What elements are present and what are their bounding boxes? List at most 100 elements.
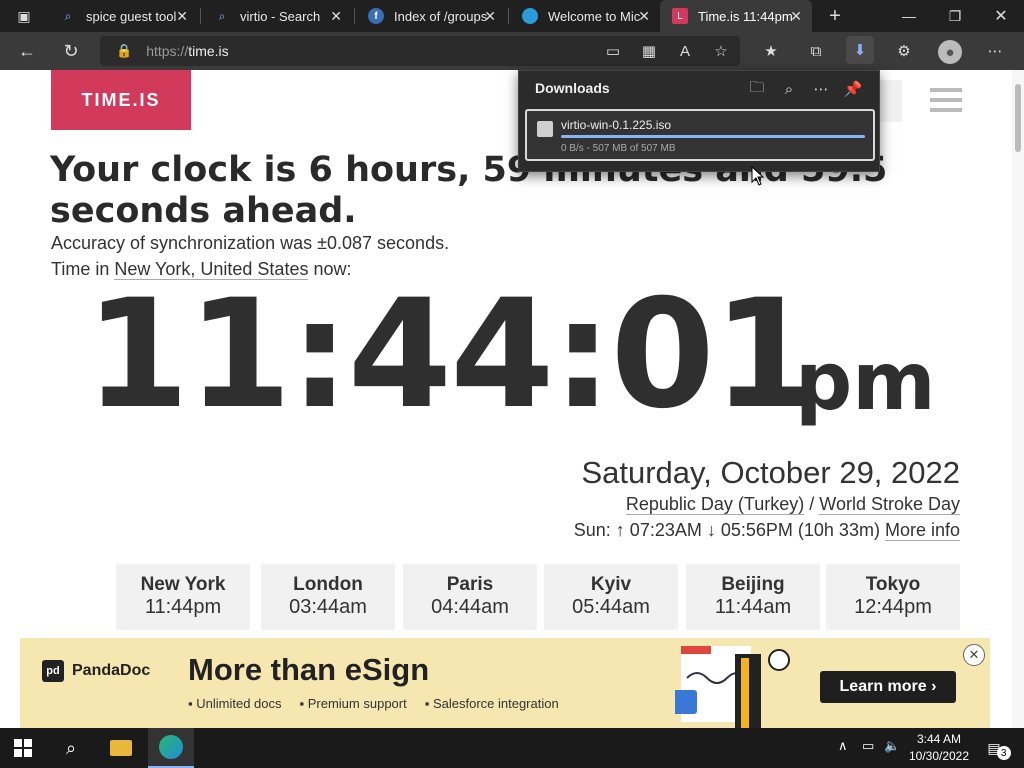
ad-bullets: ▪ Unlimited docs ▪ Premium support ▪ Sal… xyxy=(188,696,559,711)
ad-illustration xyxy=(675,646,790,728)
search-icon[interactable]: ⌕ xyxy=(48,728,94,768)
city-time: 04:44am xyxy=(431,596,509,618)
city-time: 05:44am xyxy=(572,596,650,618)
close-icon[interactable]: ✕ xyxy=(638,8,650,25)
tab-spice[interactable]: ⌕ spice guest tool ✕ xyxy=(48,0,198,32)
tab-separator xyxy=(354,8,355,24)
ad-bullet: ▪ Premium support xyxy=(299,696,407,711)
city-time: 11:44pm xyxy=(144,596,222,618)
url-host: time.is xyxy=(188,43,229,59)
extensions-icon[interactable]: ⚙ xyxy=(893,40,915,62)
apps-icon[interactable]: ▦ xyxy=(638,40,660,62)
windows-taskbar: ⌕ ∧ ▭ 🔈 3:44 AM 10/30/2022 ▤ 3 xyxy=(0,728,1024,768)
new-tab-button[interactable]: + xyxy=(812,0,858,32)
city-card[interactable]: Tokyo 12:44pm xyxy=(826,564,960,630)
mouse-cursor-icon xyxy=(751,166,765,186)
downloads-panel: Downloads 🗀 ⌕ ⋯ 📌 virtio-win-0.1.225.iso… xyxy=(518,70,880,186)
tab-virtio-search[interactable]: ⌕ virtio - Search ✕ xyxy=(202,0,352,32)
holiday-link[interactable]: Republic Day (Turkey) xyxy=(625,494,805,515)
edge-taskbar-icon[interactable] xyxy=(148,728,194,768)
accuracy-text: Accuracy of synchronization was ±0.087 s… xyxy=(51,233,450,253)
ad-title: More than eSign xyxy=(188,652,430,687)
menu-icon[interactable] xyxy=(930,88,962,114)
search-icon[interactable]: ⌕ xyxy=(779,79,799,99)
collections-icon[interactable]: ⧉ xyxy=(805,40,827,62)
tab-timeis[interactable]: L Time.is 11:44pm ✕ xyxy=(660,0,812,32)
holiday-separator: / xyxy=(804,494,820,514)
city-card[interactable]: New York 11:44pm xyxy=(116,564,250,630)
read-aloud-icon[interactable]: A xyxy=(674,40,696,62)
city-time: 12:44pm xyxy=(854,596,932,618)
search-icon: ⌕ xyxy=(64,8,72,23)
add-favorite-icon[interactable]: ☆ xyxy=(710,40,732,62)
city-card[interactable]: Kyiv 05:44am xyxy=(544,564,678,630)
downloads-icon[interactable]: ⬇ xyxy=(846,36,874,64)
city-card[interactable]: London 03:44am xyxy=(261,564,395,630)
ad-brand-name: PandaDoc xyxy=(72,662,151,679)
start-windows-icon[interactable] xyxy=(0,728,46,768)
iso-file-icon xyxy=(537,121,553,137)
tab-index[interactable]: f Index of /groups ✕ xyxy=(356,0,506,32)
tab-bar: ▣ ⌕ spice guest tool ✕ ⌕ virtio - Search… xyxy=(0,0,1024,32)
more-options-icon[interactable]: ⋯ xyxy=(811,79,831,99)
city-name: Tokyo xyxy=(865,574,921,595)
refresh-icon[interactable]: ↻ xyxy=(56,36,86,66)
volume-icon[interactable]: 🔈 xyxy=(884,738,900,754)
city-card[interactable]: Beijing 11:44am xyxy=(686,564,820,630)
download-item[interactable]: virtio-win-0.1.225.iso 0 B/s - 507 MB of… xyxy=(525,109,875,161)
more-info-link[interactable]: More info xyxy=(884,520,960,541)
notifications-icon[interactable]: ▤ 3 xyxy=(976,728,1022,768)
tab-welcome[interactable]: Welcome to Mic ✕ xyxy=(510,0,660,32)
favorites-icon[interactable]: ★ xyxy=(760,40,782,62)
timeis-icon: L xyxy=(672,8,688,24)
close-icon[interactable]: ✕ xyxy=(176,8,188,25)
taskbar-time: 3:44 AM xyxy=(916,732,962,746)
minimize-icon[interactable]: — xyxy=(886,0,932,32)
network-icon[interactable]: ▭ xyxy=(862,738,874,754)
restore-icon[interactable]: ❐ xyxy=(932,0,978,32)
ad-bullet: ▪ Salesforce integration xyxy=(424,696,559,711)
sun-times: Sun: ↑ 07:23AM ↓ 05:56PM (10h 33m) xyxy=(573,520,885,540)
download-filename: virtio-win-0.1.225.iso xyxy=(561,118,672,132)
notification-count: 3 xyxy=(996,746,1011,760)
more-options-icon[interactable]: ⋯ xyxy=(984,40,1006,62)
url-scheme: https:// xyxy=(146,43,189,59)
city-time: 11:44am xyxy=(714,596,792,618)
show-hidden-icons-icon[interactable]: ∧ xyxy=(838,738,848,754)
back-icon[interactable]: ← xyxy=(12,36,42,66)
city-name: Kyiv xyxy=(590,574,632,595)
timeis-logo[interactable]: TIME.IS xyxy=(51,70,191,130)
search-icon: ⌕ xyxy=(218,8,226,23)
close-icon[interactable]: ✕ xyxy=(330,8,342,25)
am-pm: pm xyxy=(795,335,936,428)
app-available-icon[interactable]: ▭ xyxy=(602,40,624,62)
city-name: New York xyxy=(140,574,226,595)
holiday-link[interactable]: World Stroke Day xyxy=(819,494,960,515)
city-name: Beijing xyxy=(721,574,785,595)
taskbar-clock[interactable]: 3:44 AM 10/30/2022 xyxy=(908,731,970,765)
close-window-icon[interactable]: ✕ xyxy=(978,0,1024,32)
advertisement-banner[interactable]: pd PandaDoc More than eSign ▪ Unlimited … xyxy=(20,638,990,728)
taskbar-date: 10/30/2022 xyxy=(908,749,970,763)
ad-bullet: ▪ Unlimited docs xyxy=(188,696,282,711)
profile-avatar-icon[interactable]: ● xyxy=(938,40,962,64)
ad-cta-button[interactable]: Learn more › xyxy=(820,671,956,703)
folder-icon[interactable]: 🗀 xyxy=(747,79,767,99)
pandadoc-logo-icon: pd xyxy=(42,660,64,682)
file-explorer-icon[interactable] xyxy=(98,728,144,768)
tab-separator xyxy=(200,8,201,24)
downloads-title: Downloads xyxy=(535,80,610,96)
close-icon[interactable]: ✕ xyxy=(484,8,496,25)
scrollbar-thumb[interactable] xyxy=(1015,84,1021,152)
tab-actions-icon[interactable]: ▣ xyxy=(0,0,48,32)
city-name: Paris xyxy=(446,574,494,595)
current-time: 11:44:01 xyxy=(85,268,817,442)
city-time: 03:44am xyxy=(289,596,367,618)
scrollbar[interactable] xyxy=(1012,70,1024,728)
download-progress-bar xyxy=(561,135,865,138)
pin-icon[interactable]: 📌 xyxy=(843,79,863,99)
ad-close-icon[interactable]: ✕ xyxy=(963,644,985,666)
city-card[interactable]: Paris 04:44am xyxy=(403,564,537,630)
tab-separator xyxy=(508,8,509,24)
close-icon[interactable]: ✕ xyxy=(790,8,802,25)
